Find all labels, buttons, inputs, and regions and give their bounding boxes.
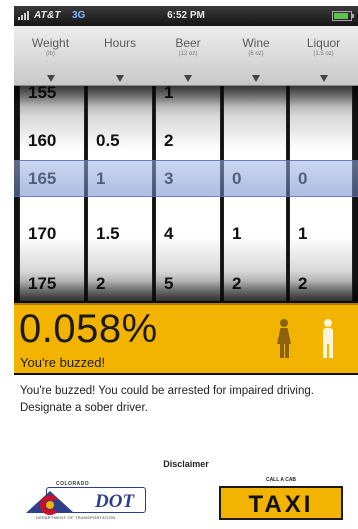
phone-screen: AT&T 3G 6:52 PM Weight (lb) Hours Beer (… [14, 6, 358, 529]
picker-value: 2 [164, 131, 174, 150]
dropdown-arrow-icon [184, 75, 192, 82]
picker-value: 1 [298, 224, 308, 243]
taxi-label: TAXI [248, 491, 314, 518]
picker-value: 160 [28, 131, 57, 150]
bac-status: You're buzzed! [20, 355, 106, 370]
picker-value: 4 [164, 224, 174, 243]
dot-logo-bottom-text: DEPARTMENT OF TRANSPORTATION [36, 515, 116, 520]
male-icon[interactable] [320, 319, 336, 359]
advice-message: You're buzzed! You could be arrested for… [20, 385, 314, 414]
column-header-liquor[interactable]: Liquor (1.5 oz) [289, 26, 358, 86]
dropdown-arrow-icon [319, 75, 328, 82]
sun-icon [46, 501, 54, 509]
battery-icon [332, 11, 354, 21]
column-name: Liquor [306, 36, 341, 50]
column-header-weight[interactable]: Weight (lb) [14, 26, 87, 86]
bac-panel: 0.058% You're buzzed! [14, 303, 358, 373]
picker-value: 1 [232, 224, 242, 243]
picker-value: 0.5 [96, 131, 120, 150]
column-unit: (lb) [46, 51, 55, 57]
column-unit: (12 oz) [178, 51, 198, 57]
taxi-sign: TAXI [219, 486, 343, 520]
female-icon[interactable] [276, 319, 292, 359]
column-unit: (6 oz) [248, 51, 264, 57]
column-header-beer[interactable]: Beer (12 oz) [153, 26, 223, 86]
column-header-hours[interactable]: Hours [87, 26, 153, 86]
column-name: Weight [31, 36, 70, 50]
picker-shade-bottom [14, 281, 358, 301]
status-bar: AT&T 3G 6:52 PM [14, 6, 358, 26]
dot-logo-text: DOT [95, 491, 135, 512]
colorado-dot-logo[interactable]: COLORADO DOT DEPARTMENT OF TRANSPORTATIO… [26, 481, 156, 521]
dropdown-arrow-icon [46, 75, 55, 82]
column-name: Beer [175, 36, 201, 50]
column-name: Wine [242, 36, 270, 50]
bac-value: 0.058% [19, 307, 158, 351]
drink-picker: 155 160 165 170 175 0.5 1 1.5 2 1 2 3 4 … [14, 86, 358, 301]
column-header-wine[interactable]: Wine (6 oz) [223, 26, 289, 86]
info-panel: You're buzzed! You could be arrested for… [14, 375, 358, 529]
column-unit: (1.5 oz) [313, 51, 334, 57]
column-headers: Weight (lb) Hours Beer (12 oz) Wine (6 o… [14, 26, 358, 86]
picker-shade-top [14, 86, 358, 106]
taxi-button[interactable]: CALL A CAB TAXI [219, 477, 343, 523]
disclaimer-link[interactable]: Disclaimer [14, 459, 358, 469]
dropdown-arrow-icon [116, 75, 124, 82]
clock: 6:52 PM [167, 10, 205, 21]
picker-value: 170 [28, 224, 57, 243]
column-name: Hours [103, 36, 136, 50]
picker-value: 1.5 [96, 224, 120, 243]
taxi-top-text: CALL A CAB [265, 477, 297, 483]
dropdown-arrow-icon [252, 75, 260, 82]
selection-indicator [14, 160, 358, 197]
